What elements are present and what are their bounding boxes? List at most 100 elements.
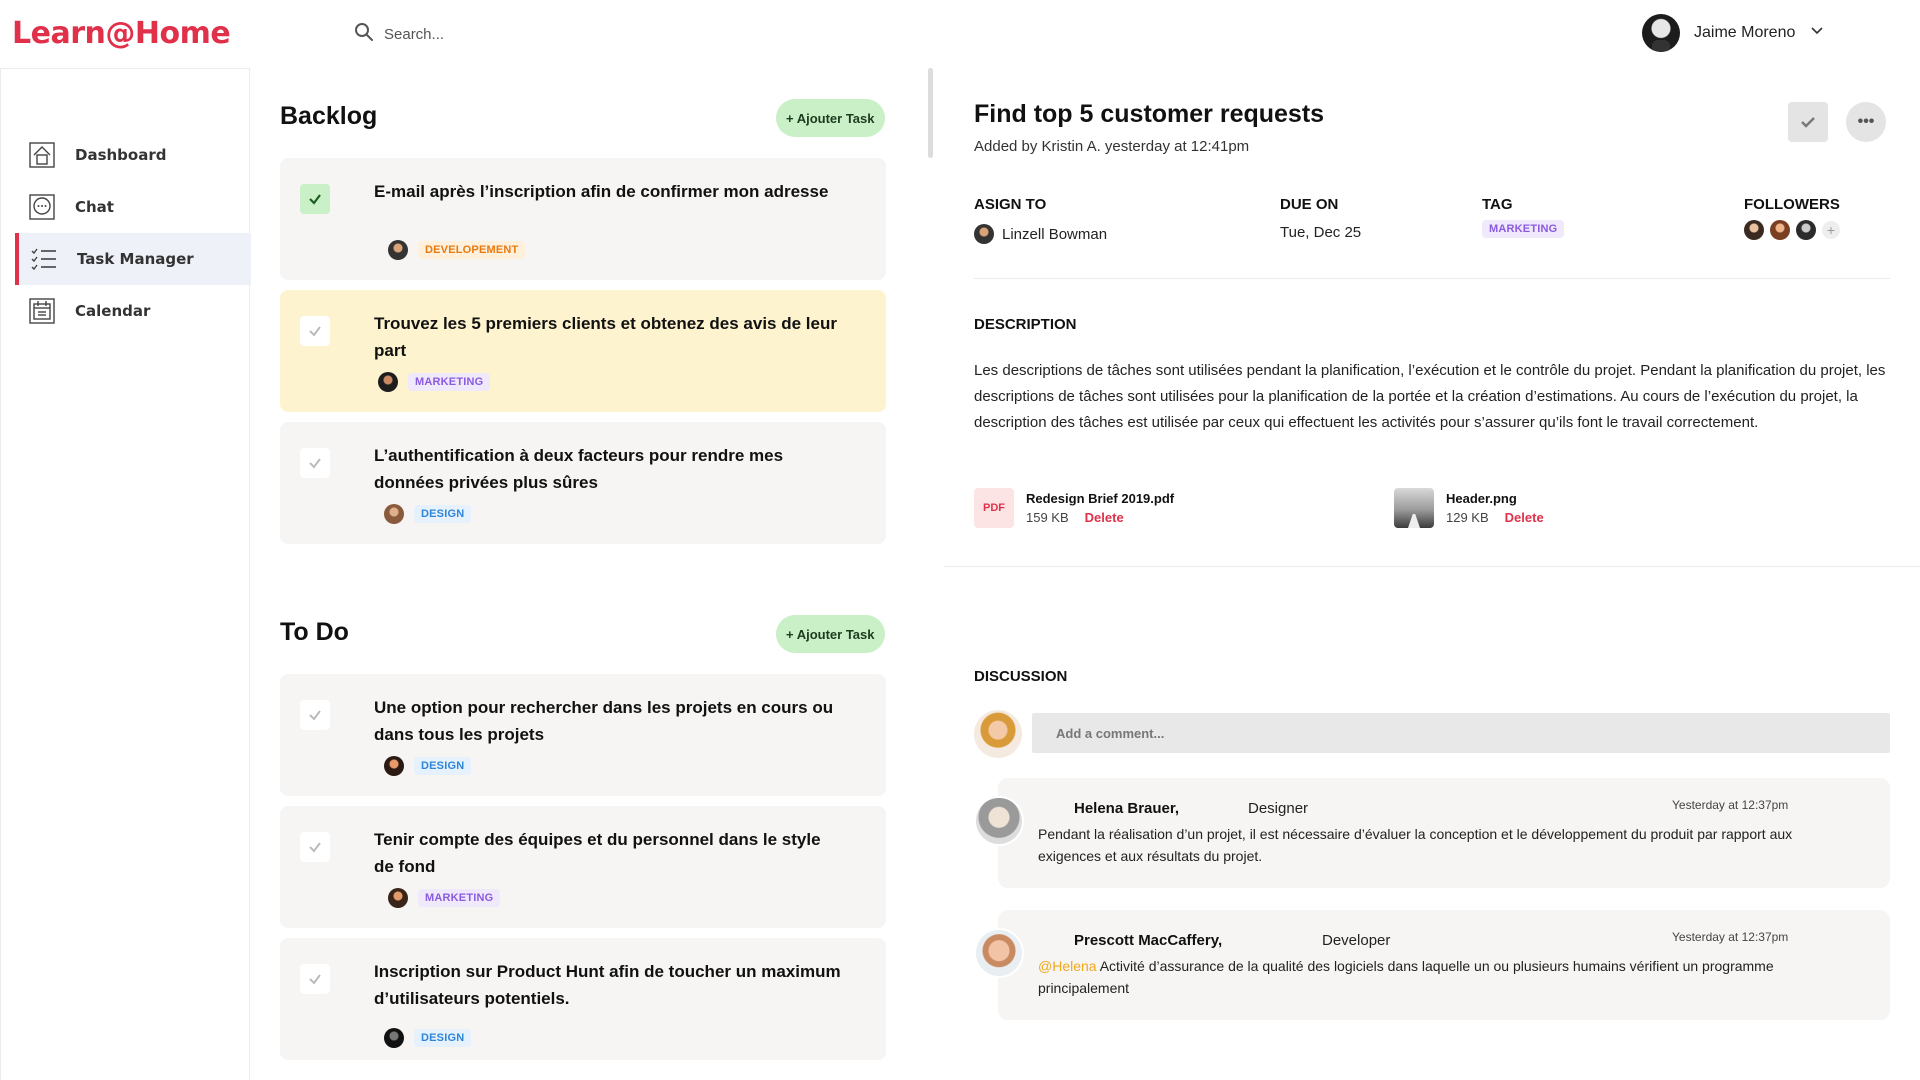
pdf-file-icon[interactable]: PDF — [974, 488, 1014, 528]
avatar — [388, 240, 408, 260]
avatar — [974, 928, 1024, 978]
tag-badge: DEVELOPEMENT — [418, 241, 526, 259]
task-detail-subtitle: Added by Kristin A. yesterday at 12:41pm — [974, 138, 1250, 155]
comment-text: Pendant la réalisation d’un projet, il e… — [1038, 823, 1858, 867]
sidebar-item-label: Calendar — [75, 302, 151, 320]
search-input[interactable]: Search... — [384, 26, 444, 43]
task-card[interactable]: L’authentification à deux facteurs pour … — [280, 422, 886, 544]
comment: Helena Brauer, Designer Yesterday at 12:… — [998, 778, 1890, 888]
list-icon — [31, 246, 57, 272]
task-card[interactable]: E-mail après l’inscription afin de confi… — [280, 158, 886, 280]
task-checkbox[interactable] — [300, 184, 330, 214]
user-name[interactable]: Jaime Moreno — [1694, 24, 1795, 42]
scrollbar[interactable] — [928, 68, 933, 158]
task-checkbox[interactable] — [300, 316, 330, 346]
comment-author[interactable]: Helena Brauer, — [1074, 800, 1179, 817]
todo-title: To Do — [280, 618, 349, 646]
task-card[interactable]: Tenir compte des équipes et du personnel… — [280, 806, 886, 928]
assign-label: ASIGN TO — [974, 196, 1047, 213]
backlog-title: Backlog — [280, 102, 378, 130]
attachment: Header.png 129 KB Delete — [1394, 488, 1544, 528]
avatar — [974, 224, 994, 244]
avatar — [384, 1028, 404, 1048]
check-icon — [309, 710, 321, 721]
divider — [974, 278, 1890, 279]
attachment-name[interactable]: Redesign Brief 2019.pdf — [1026, 491, 1174, 506]
sidebar-item-calendar[interactable]: Calendar — [15, 285, 251, 337]
comment-role: Designer — [1248, 800, 1309, 817]
mention[interactable]: @Helena — [1038, 958, 1097, 974]
add-task-button-todo[interactable]: + Ajouter Task — [776, 615, 885, 653]
task-meta: MARKETING — [378, 372, 491, 392]
description-label: DESCRIPTION — [974, 316, 1077, 333]
task-checkbox[interactable] — [300, 832, 330, 862]
task-meta: DESIGN — [384, 756, 472, 776]
tag-badge: MARKETING — [408, 373, 491, 391]
comment-input[interactable] — [1032, 713, 1890, 753]
tag-badge: DESIGN — [414, 505, 472, 523]
chat-icon — [29, 194, 55, 220]
task-meta: DEVELOPEMENT — [388, 240, 526, 260]
delete-attachment-button[interactable]: Delete — [1085, 510, 1124, 525]
avatar — [384, 756, 404, 776]
avatar[interactable] — [1796, 220, 1816, 240]
comment-author[interactable]: Prescott MacCaffery, — [1074, 932, 1222, 949]
delete-attachment-button[interactable]: Delete — [1505, 510, 1544, 525]
user-avatar[interactable] — [1642, 14, 1680, 52]
user-menu[interactable]: Jaime Moreno — [1642, 14, 1825, 52]
comment-body: Activité d’assurance de la qualité des l… — [1038, 958, 1774, 996]
sidebar-item-label: Task Manager — [77, 250, 194, 268]
attachment: PDF Redesign Brief 2019.pdf 159 KB Delet… — [974, 488, 1174, 528]
check-icon — [1801, 117, 1815, 128]
task-meta: MARKETING — [388, 888, 501, 908]
task-checkbox[interactable] — [300, 700, 330, 730]
sidebar: Dashboard Chat Task Manager Calendar — [0, 68, 251, 1080]
attachment-name[interactable]: Header.png — [1446, 491, 1544, 506]
task-title: Trouvez les 5 premiers clients et obtene… — [374, 314, 837, 360]
task-meta: DESIGN — [384, 504, 472, 524]
comment-time: Yesterday at 12:37pm — [1672, 930, 1789, 944]
comment-time: Yesterday at 12:37pm — [1672, 798, 1789, 812]
comment-role: Developer — [1322, 932, 1391, 949]
image-file-icon[interactable] — [1394, 488, 1434, 528]
home-icon — [29, 142, 55, 168]
check-icon — [309, 194, 321, 205]
add-follower-button[interactable]: + — [1822, 221, 1840, 239]
avatar[interactable] — [1770, 220, 1790, 240]
comment: Prescott MacCaffery, Developer Yesterday… — [998, 910, 1890, 1020]
chevron-down-icon[interactable] — [1809, 23, 1825, 44]
avatar[interactable] — [1744, 220, 1764, 240]
followers-list: + — [1744, 220, 1840, 240]
attachment-size: 129 KB — [1446, 510, 1489, 525]
sidebar-item-label: Dashboard — [75, 146, 167, 164]
task-card[interactable]: Trouvez les 5 premiers clients et obtene… — [280, 290, 886, 412]
app-logo[interactable]: Learn@Home — [12, 16, 231, 51]
search-bar[interactable]: Search... — [354, 22, 444, 46]
comment-text: @Helena Activité d’assurance de la quali… — [1038, 955, 1858, 999]
add-task-button-backlog[interactable]: + Ajouter Task — [776, 99, 885, 137]
sidebar-item-chat[interactable]: Chat — [15, 181, 251, 233]
avatar — [384, 504, 404, 524]
mark-complete-button[interactable] — [1788, 102, 1828, 142]
tag-badge[interactable]: MARKETING — [1482, 220, 1565, 238]
more-options-button[interactable]: ••• — [1846, 102, 1886, 142]
top-bar: Learn@Home Search... Jaime Moreno — [0, 0, 1920, 68]
due-value[interactable]: Tue, Dec 25 — [1280, 224, 1361, 241]
task-title: Tenir compte des équipes et du personnel… — [374, 830, 821, 876]
task-card[interactable]: Une option pour rechercher dans les proj… — [280, 674, 886, 796]
assign-value[interactable]: Linzell Bowman — [974, 224, 1107, 244]
sidebar-item-dashboard[interactable]: Dashboard — [15, 129, 251, 181]
task-card[interactable]: Inscription sur Product Hunt afin de tou… — [280, 938, 886, 1060]
description-text: Les descriptions de tâches sont utilisée… — [974, 362, 1886, 431]
task-meta: DESIGN — [384, 1028, 472, 1048]
task-detail-title: Find top 5 customer requests — [974, 100, 1325, 128]
avatar — [974, 796, 1024, 846]
sidebar-item-task-manager[interactable]: Task Manager — [15, 233, 251, 285]
search-icon[interactable] — [354, 22, 374, 46]
task-checkbox[interactable] — [300, 964, 330, 994]
tag-badge: DESIGN — [414, 1029, 472, 1047]
task-checkbox[interactable] — [300, 448, 330, 478]
avatar — [378, 372, 398, 392]
more-icon: ••• — [1857, 113, 1875, 130]
attachment-size: 159 KB — [1026, 510, 1069, 525]
